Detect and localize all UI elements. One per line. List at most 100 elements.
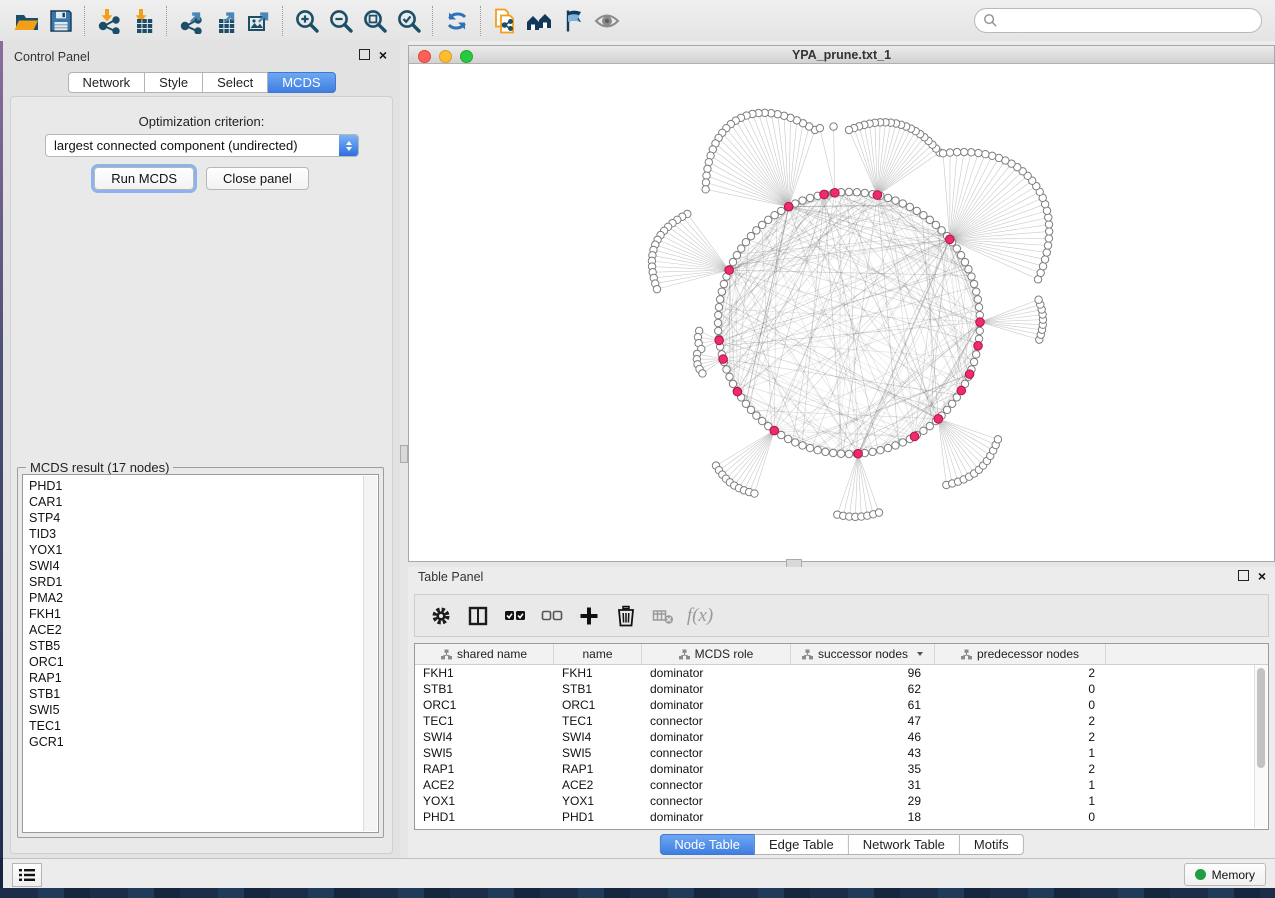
column-header-shared-name[interactable]: shared name xyxy=(415,644,554,664)
memory-button[interactable]: Memory xyxy=(1184,863,1266,886)
network-titlebar: YPA_prune.txt_1 xyxy=(409,46,1274,64)
tab-style[interactable]: Style xyxy=(145,72,203,93)
select-all-icon[interactable] xyxy=(501,602,529,630)
result-node[interactable]: CAR1 xyxy=(29,494,378,510)
add-column-icon[interactable] xyxy=(575,602,603,630)
result-node[interactable]: STB5 xyxy=(29,638,378,654)
result-scrollbar[interactable] xyxy=(363,476,377,831)
control-panel-tabs: NetworkStyleSelectMCDS xyxy=(67,72,335,93)
column-header-MCDS-role[interactable]: MCDS role xyxy=(642,644,791,664)
table-row[interactable]: RAP1RAP1dominator352 xyxy=(415,761,1268,777)
cell: 96 xyxy=(791,666,935,680)
table-row[interactable]: ACE2ACE2connector311 xyxy=(415,777,1268,793)
cell: 29 xyxy=(791,794,935,808)
table-row[interactable]: STB1STB1dominator620 xyxy=(415,681,1268,697)
tab-node-table[interactable]: Node Table xyxy=(659,834,755,855)
result-node[interactable]: TEC1 xyxy=(29,718,378,734)
tab-edge-table[interactable]: Edge Table xyxy=(755,834,849,855)
cell: 47 xyxy=(791,714,935,728)
export-table-button[interactable] xyxy=(208,6,242,36)
mcds-result-items: PHD1CAR1STP4TID3YOX1SWI4SRD1PMA2FKH1ACE2… xyxy=(23,475,378,750)
first-neighbors-button[interactable] xyxy=(522,6,556,36)
unselect-all-icon[interactable] xyxy=(538,602,566,630)
copy-network-button[interactable] xyxy=(488,6,522,36)
result-node[interactable]: SRD1 xyxy=(29,574,378,590)
hide-selected-button[interactable] xyxy=(556,6,590,36)
import-table-button[interactable] xyxy=(126,6,160,36)
zoom-in-button[interactable] xyxy=(290,6,324,36)
open-file-button[interactable] xyxy=(10,6,44,36)
cell: SWI4 xyxy=(554,730,642,744)
result-node[interactable]: ACE2 xyxy=(29,622,378,638)
zoom-out-button[interactable] xyxy=(324,6,358,36)
save-session-button[interactable] xyxy=(44,6,78,36)
result-node[interactable]: ORC1 xyxy=(29,654,378,670)
result-node[interactable]: PHD1 xyxy=(29,478,378,494)
close-panel-button[interactable]: Close panel xyxy=(206,167,309,190)
column-header-successor-nodes[interactable]: successor nodes xyxy=(791,644,935,664)
network-canvas[interactable] xyxy=(409,64,1274,561)
tab-motifs[interactable]: Motifs xyxy=(960,834,1024,855)
mcds-result-list[interactable]: PHD1CAR1STP4TID3YOX1SWI4SRD1PMA2FKH1ACE2… xyxy=(22,474,379,833)
close-panel-icon[interactable]: × xyxy=(1258,571,1266,581)
cell: STB1 xyxy=(415,682,554,696)
optimization-label: Optimization criterion: xyxy=(11,114,392,129)
zoom-fit-button[interactable] xyxy=(358,6,392,36)
export-image-button[interactable] xyxy=(242,6,276,36)
result-node[interactable]: STB1 xyxy=(29,686,378,702)
tab-network[interactable]: Network xyxy=(67,72,145,93)
table-row[interactable]: SWI4SWI4dominator462 xyxy=(415,729,1268,745)
result-node[interactable]: RAP1 xyxy=(29,670,378,686)
scrollbar-thumb[interactable] xyxy=(1257,668,1265,768)
optimization-select[interactable]: largest connected component (undirected) xyxy=(45,134,359,157)
table-row[interactable]: ORC1ORC1dominator610 xyxy=(415,697,1268,713)
result-node[interactable]: SWI4 xyxy=(29,558,378,574)
search-box[interactable] xyxy=(974,8,1262,33)
export-network-button[interactable] xyxy=(174,6,208,36)
cell: connector xyxy=(642,794,791,808)
cell: STB1 xyxy=(554,682,642,696)
control-panel: Control Panel × NetworkStyleSelectMCDS O… xyxy=(3,41,400,858)
result-node[interactable]: GCR1 xyxy=(29,734,378,750)
cell: RAP1 xyxy=(554,762,642,776)
settings-gear-icon[interactable] xyxy=(427,602,455,630)
splitter-handle[interactable] xyxy=(400,445,408,463)
table-row[interactable]: TEC1TEC1connector472 xyxy=(415,713,1268,729)
tab-network-table[interactable]: Network Table xyxy=(849,834,960,855)
table-row[interactable]: SWI5SWI5connector431 xyxy=(415,745,1268,761)
delete-column-icon[interactable] xyxy=(612,602,640,630)
result-node[interactable]: TID3 xyxy=(29,526,378,542)
float-panel-icon[interactable] xyxy=(1238,570,1249,581)
table-scrollbar[interactable] xyxy=(1254,665,1267,828)
search-input[interactable] xyxy=(1002,11,1261,31)
run-mcds-button[interactable]: Run MCDS xyxy=(94,167,194,190)
cell: PHD1 xyxy=(554,810,642,824)
show-all-button[interactable] xyxy=(590,6,624,36)
task-history-button[interactable] xyxy=(12,863,42,887)
show-columns-icon[interactable] xyxy=(464,602,492,630)
cell: dominator xyxy=(642,810,791,824)
column-header-name[interactable]: name xyxy=(554,644,642,664)
column-header-predecessor-nodes[interactable]: predecessor nodes xyxy=(935,644,1106,664)
import-network-button[interactable] xyxy=(92,6,126,36)
table-row[interactable]: PHD1PHD1dominator180 xyxy=(415,809,1268,825)
close-panel-icon[interactable]: × xyxy=(379,50,387,60)
apply-layout-button[interactable] xyxy=(440,6,474,36)
zoom-selected-button[interactable] xyxy=(392,6,426,36)
result-node[interactable]: YOX1 xyxy=(29,542,378,558)
tab-mcds[interactable]: MCDS xyxy=(268,72,335,93)
float-panel-icon[interactable] xyxy=(359,49,370,60)
cell: ACE2 xyxy=(554,778,642,792)
table-row[interactable]: FKH1FKH1dominator962 xyxy=(415,665,1268,681)
tab-select[interactable]: Select xyxy=(203,72,268,93)
result-node[interactable]: SWI5 xyxy=(29,702,378,718)
cell: FKH1 xyxy=(554,666,642,680)
result-node[interactable]: FKH1 xyxy=(29,606,378,622)
vertical-splitter[interactable] xyxy=(400,41,408,858)
cell: 61 xyxy=(791,698,935,712)
table-row[interactable]: YOX1YOX1connector291 xyxy=(415,793,1268,809)
result-node[interactable]: PMA2 xyxy=(29,590,378,606)
optimization-value: largest connected component (undirected) xyxy=(46,138,339,153)
toolbar-separator xyxy=(166,6,168,36)
result-node[interactable]: STP4 xyxy=(29,510,378,526)
